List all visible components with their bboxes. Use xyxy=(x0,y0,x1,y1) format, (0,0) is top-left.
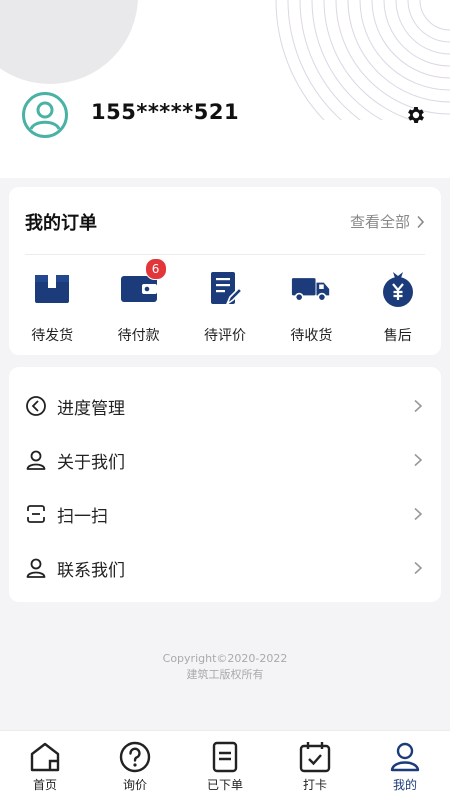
chevron-right-icon xyxy=(414,507,423,521)
order-item-to-ship[interactable]: 待发货 xyxy=(9,269,95,345)
copyright-owner: 建筑工版权所有 xyxy=(186,668,264,681)
money-bag-icon xyxy=(382,272,413,307)
question-icon xyxy=(119,741,151,773)
person-icon xyxy=(26,450,46,470)
tab-ordered[interactable]: 已下单 xyxy=(180,731,270,801)
chevron-right-icon xyxy=(414,561,423,575)
profile-icon xyxy=(390,742,420,772)
package-icon xyxy=(35,275,70,303)
order-item-to-pay[interactable]: 6 待付款 xyxy=(95,258,181,345)
home-icon xyxy=(30,742,60,772)
tab-checkin[interactable]: 打卡 xyxy=(270,731,360,801)
order-item-label: 待收货 xyxy=(290,328,333,344)
order-item-label: 待发货 xyxy=(31,328,74,344)
menu-item-label: 进度管理 xyxy=(57,398,125,419)
calendar-check-icon xyxy=(299,742,331,773)
decorative-circle xyxy=(0,0,138,84)
menu-item-label: 联系我们 xyxy=(57,560,125,581)
order-item-label: 待付款 xyxy=(117,328,160,344)
order-item-after-sales[interactable]: 售后 xyxy=(355,269,441,345)
tab-label: 已下单 xyxy=(206,778,243,792)
gear-icon[interactable] xyxy=(405,104,427,126)
menu-item-contact[interactable]: 联系我们 xyxy=(9,541,441,595)
order-item-label: 待评价 xyxy=(203,328,246,344)
scan-icon xyxy=(27,505,45,523)
settings-menu: 进度管理 关于我们 扫一扫 联系我们 xyxy=(9,367,441,602)
tab-label: 打卡 xyxy=(302,778,327,792)
person-icon xyxy=(26,558,46,578)
copyright-line: Copyright©2020-2022 xyxy=(162,652,288,665)
unpaid-count-badge: 6 xyxy=(144,258,167,280)
view-all-label: 查看全部 xyxy=(349,213,410,231)
profile-header: 155*****521 xyxy=(0,0,450,178)
divider xyxy=(25,254,425,255)
decorative-rings xyxy=(275,0,450,120)
tab-inquiry[interactable]: 询价 xyxy=(90,731,180,801)
review-icon xyxy=(210,272,242,307)
menu-item-label: 扫一扫 xyxy=(57,506,108,527)
avatar-icon[interactable] xyxy=(22,92,68,138)
order-status-row: 待发货 6 待付款 待评价 待收货 售后 xyxy=(9,258,441,345)
bottom-tab-bar: 首页 询价 已下单 打卡 我的 xyxy=(0,730,450,801)
menu-item-scan[interactable]: 扫一扫 xyxy=(9,487,441,541)
tab-label: 询价 xyxy=(122,778,147,792)
tab-home[interactable]: 首页 xyxy=(0,731,90,801)
orders-card: 我的订单 查看全部 待发货 6 待付款 待评价 待收货 售后 xyxy=(9,187,441,355)
menu-item-progress[interactable]: 进度管理 xyxy=(9,379,441,433)
truck-icon xyxy=(292,278,330,302)
view-all-orders-link[interactable]: 查看全部 xyxy=(350,211,425,232)
tab-mine[interactable]: 我的 xyxy=(360,731,450,801)
user-phone: 155*****521 xyxy=(91,100,240,124)
copyright-footer: Copyright©2020-2022 建筑工版权所有 xyxy=(0,651,450,683)
menu-item-label: 关于我们 xyxy=(57,452,125,473)
chevron-right-icon xyxy=(414,453,423,467)
order-list-icon xyxy=(212,741,238,773)
order-item-to-review[interactable]: 待评价 xyxy=(182,269,268,345)
orders-title: 我的订单 xyxy=(25,213,97,234)
order-item-to-receive[interactable]: 待收货 xyxy=(268,269,354,345)
order-item-label: 售后 xyxy=(383,328,412,344)
tab-label: 我的 xyxy=(392,778,417,792)
menu-item-about[interactable]: 关于我们 xyxy=(9,433,441,487)
chevron-right-icon xyxy=(414,399,423,413)
progress-icon xyxy=(26,396,46,416)
chevron-right-icon xyxy=(417,215,425,228)
tab-label: 首页 xyxy=(32,778,57,792)
